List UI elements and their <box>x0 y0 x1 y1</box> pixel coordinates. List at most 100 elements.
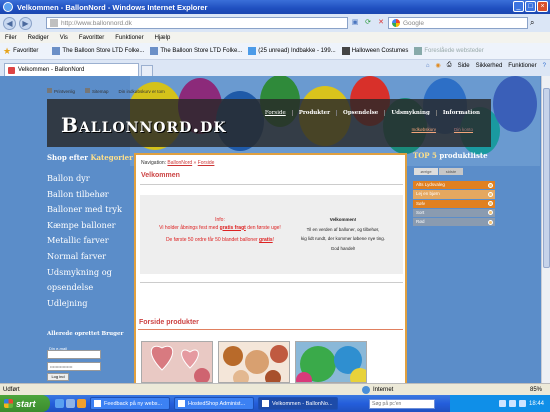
window-title: Velkommen - BallonNord - Windows Interne… <box>17 2 208 12</box>
tab-velkommen[interactable]: Velkommen - BallonNord <box>4 63 139 76</box>
site-header: Ballonnord.dk Forside Produkter Opsendel… <box>47 99 491 147</box>
start-button[interactable]: start <box>0 395 50 412</box>
security-icon[interactable] <box>518 400 526 407</box>
media-quicklaunch-icon[interactable] <box>77 399 86 408</box>
desktop-quicklaunch-icon[interactable] <box>66 399 75 408</box>
category-udlejning[interactable]: Udlejning <box>47 296 122 312</box>
nav-information[interactable]: Information <box>435 110 486 116</box>
page-viewport: Printvenlig Sitemap Din indkøbskurv er t… <box>0 76 541 383</box>
print-icon[interactable]: ⎙ <box>447 62 452 69</box>
account-link[interactable]: Din konto <box>454 127 473 132</box>
zoom-level[interactable]: 85% <box>530 387 542 393</box>
sitemap-link[interactable]: Sitemap <box>85 88 109 94</box>
nav-opsendelse[interactable]: Opsendelse <box>336 110 384 116</box>
ie-quicklaunch-icon[interactable] <box>55 399 64 408</box>
volume-icon[interactable] <box>508 400 516 407</box>
help-icon[interactable]: ? <box>543 63 546 69</box>
category-udsmykning[interactable]: Udsmykning og <box>47 265 122 281</box>
favorite-link[interactable]: The Balloon Store LTD Folke... <box>52 47 144 55</box>
top5-item[interactable]: Sølv <box>413 199 495 208</box>
search-input[interactable]: Google <box>388 17 528 29</box>
nav-udsmykning[interactable]: Udsmykning <box>384 110 436 116</box>
category-ballon-tilbehor[interactable]: Ballon tilbehør <box>47 187 122 203</box>
menu-favorites[interactable]: Favoritter <box>79 35 104 41</box>
refresh-icon[interactable]: ⟳ <box>363 18 373 28</box>
breadcrumb-home[interactable]: BallonNord <box>167 160 192 166</box>
top5-item[interactable]: Lej en bjørn <box>413 190 495 199</box>
product-image[interactable] <box>141 341 213 383</box>
tab-sidste[interactable]: sidste <box>439 168 463 175</box>
top5-item[interactable]: Alts Lydsvaleg <box>413 181 495 190</box>
info-icon <box>488 191 493 197</box>
favorite-link[interactable]: Halloween Costumes <box>341 47 408 55</box>
favorite-link[interactable]: (25 unread) Indbakke - 199... <box>248 47 336 55</box>
category-normal-farver[interactable]: Normal farver <box>47 249 122 265</box>
category-balloner-med-tryk[interactable]: Balloner med tryk <box>47 202 122 218</box>
category-metallic-farver[interactable]: Metallic farver <box>47 233 122 249</box>
tab-ovrige[interactable]: øvrige <box>414 168 438 175</box>
stop-icon[interactable]: ✕ <box>376 18 386 28</box>
menu-edit[interactable]: Rediger <box>28 35 49 41</box>
top5-item[interactable]: Rød <box>413 218 495 227</box>
new-tab-button[interactable] <box>141 65 153 76</box>
security-zone[interactable]: Internet <box>362 385 393 394</box>
top5-item[interactable]: Sort <box>413 208 495 218</box>
favorites-bar: ★ Favoritter The Balloon Store LTD Folke… <box>0 43 550 60</box>
category-kaempe-balloner[interactable]: Kæmpe balloner <box>47 218 122 234</box>
scrollbar-thumb[interactable] <box>543 88 550 268</box>
feeds-icon[interactable]: ◉ <box>436 62 441 69</box>
ie-icon <box>3 2 13 12</box>
category-ballon-dyr[interactable]: Ballon dyr <box>47 171 122 187</box>
email-field[interactable] <box>47 350 101 359</box>
search-icon[interactable]: ⌕ <box>530 18 534 28</box>
divider <box>140 282 403 283</box>
print-link[interactable]: Printvenlig <box>47 88 75 94</box>
title-bar: Velkommen - BallonNord - Windows Interne… <box>0 0 550 14</box>
taskbar-item[interactable]: HostedShop Administ... <box>174 397 254 410</box>
nav-forside[interactable]: Forside <box>259 110 292 116</box>
close-button[interactable]: × <box>537 1 548 12</box>
product-image[interactable] <box>295 341 367 383</box>
maximize-button[interactable]: □ <box>525 1 536 12</box>
menu-tools[interactable]: Funktioner <box>115 35 143 41</box>
taskbar-item-active[interactable]: Velkommen - BallonNo... <box>258 397 338 410</box>
favorites-label[interactable]: Favoritter <box>13 48 38 54</box>
menu-help[interactable]: Hjælp <box>155 35 171 41</box>
command-page[interactable]: Side <box>458 63 470 69</box>
category-opsendelse[interactable]: opsendelse <box>47 280 122 296</box>
nav-produkter[interactable]: Produkter <box>291 110 336 116</box>
categories-title: Shop efter Kategorier <box>47 153 133 162</box>
compat-icon[interactable]: ▣ <box>350 18 360 28</box>
desktop-search-input[interactable]: Søg på pc'en <box>369 399 435 409</box>
breadcrumb-forside[interactable]: Forside <box>198 160 215 166</box>
product-image[interactable] <box>218 341 290 383</box>
menu-bar: Filer Rediger Vis Favoritter Funktioner … <box>0 32 550 43</box>
site-logo[interactable]: Ballonnord.dk <box>61 113 227 137</box>
taskbar-item[interactable]: Feedback på ny webs... <box>90 397 170 410</box>
password-field[interactable]: •••••••••••••••• <box>47 362 101 371</box>
info-icon <box>488 201 493 207</box>
favorite-link[interactable]: Foreslåede websteder <box>414 47 484 55</box>
window-icon <box>262 400 269 407</box>
command-tools[interactable]: Funktioner <box>508 63 536 69</box>
menu-file[interactable]: Filer <box>5 35 17 41</box>
cart-link[interactable]: Indkøbskurv <box>411 127 436 132</box>
breadcrumb: Navigation: BallonNord » Forside <box>141 160 215 166</box>
halloween-icon <box>341 47 350 55</box>
network-icon[interactable] <box>498 400 506 407</box>
favorites-star-icon[interactable]: ★ <box>3 46 11 57</box>
suggested-sites-icon <box>414 47 423 55</box>
info-box: Info: Vi holder åbnings fest med gratis … <box>140 195 403 274</box>
forward-button[interactable]: ▶ <box>19 16 32 30</box>
back-button[interactable]: ◀ <box>3 16 16 30</box>
login-button[interactable]: Log ind <box>47 373 69 381</box>
address-bar[interactable]: http://www.ballonnord.dk <box>46 17 348 29</box>
vertical-scrollbar[interactable] <box>541 76 550 383</box>
favorite-link[interactable]: The Balloon Store LTD Folke... <box>150 47 242 55</box>
menu-view[interactable]: Vis <box>60 35 68 41</box>
address-url[interactable]: http://www.ballonnord.dk <box>61 20 132 27</box>
home-icon[interactable]: ⌂ <box>426 63 430 69</box>
minimize-button[interactable]: _ <box>513 1 524 12</box>
command-safety[interactable]: Sikkerhed <box>476 63 503 69</box>
cart-status[interactable]: Din indkøbskurv er tom <box>119 89 165 94</box>
